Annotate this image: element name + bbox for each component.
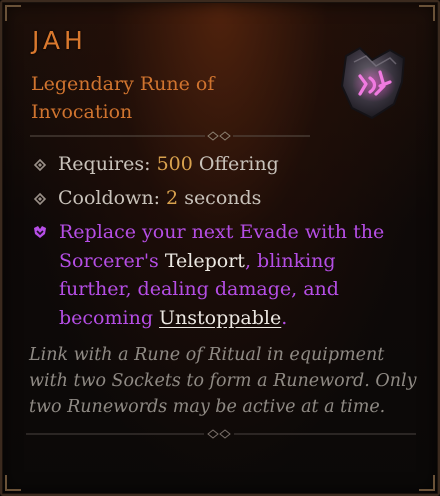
diamond-bullet-icon xyxy=(33,192,47,206)
bottom-divider xyxy=(26,429,416,439)
frame-corner xyxy=(5,5,21,21)
frame-corner xyxy=(5,475,21,491)
requires-value: 500 xyxy=(156,153,193,175)
requires-stat: Requires: 500 Offering xyxy=(32,153,279,175)
item-name: JAH xyxy=(32,26,87,55)
effect-text: Replace your next Evade with the Sorcere… xyxy=(59,218,412,332)
effect-text-part: . xyxy=(281,306,288,329)
rune-effect: Replace your next Evade with the Sorcere… xyxy=(32,218,412,332)
requires-label: Requires: xyxy=(58,153,151,175)
frame-corner xyxy=(419,475,435,491)
cooldown-value: 2 xyxy=(166,187,179,209)
diamond-bullet-icon xyxy=(33,158,47,172)
legendary-power-icon xyxy=(34,226,46,238)
rune-jah-icon xyxy=(340,46,406,120)
section-divider xyxy=(30,131,310,141)
cooldown-unit: seconds xyxy=(184,187,262,209)
skill-teleport: Teleport xyxy=(164,249,245,272)
cooldown-stat: Cooldown: 2 seconds xyxy=(32,187,261,209)
frame-corner xyxy=(419,5,435,21)
item-type: Legendary Rune of Invocation xyxy=(31,73,215,123)
flavor-text: Link with a Rune of Ritual in equipment … xyxy=(29,345,417,417)
keyword-unstoppable[interactable]: Unstoppable xyxy=(159,307,281,329)
cooldown-label: Cooldown: xyxy=(58,187,160,209)
requires-unit: Offering xyxy=(198,153,279,175)
item-tooltip: JAH Legendary Rune of Invocation Require… xyxy=(0,0,440,496)
